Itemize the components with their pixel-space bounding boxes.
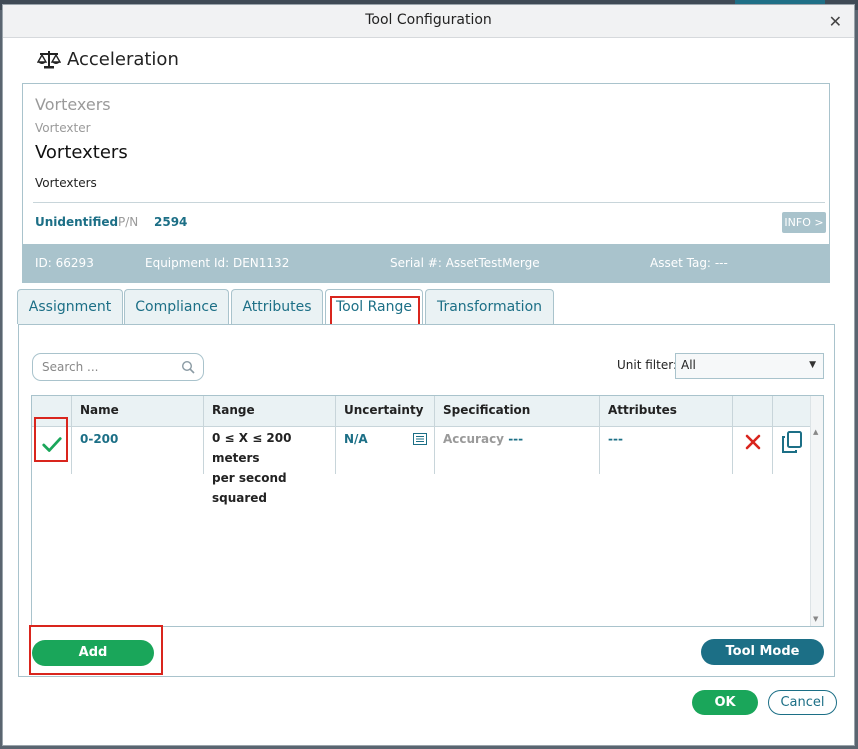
tab-assignment[interactable]: Assignment xyxy=(17,289,123,324)
row-specification-cell: Accuracy --- xyxy=(435,426,600,474)
close-icon[interactable]: ✕ xyxy=(829,12,842,31)
tab-compliance[interactable]: Compliance xyxy=(124,289,229,324)
scroll-down-icon[interactable]: ▼ xyxy=(813,615,818,623)
header-delete xyxy=(733,396,773,426)
header-name[interactable]: Name xyxy=(72,396,204,426)
row-range-line1: 0 ≤ X ≤ 200 meters xyxy=(212,431,292,465)
id-label: ID: xyxy=(35,256,52,270)
tag-value: --- xyxy=(714,256,728,270)
check-highlight xyxy=(34,417,68,462)
header-copy xyxy=(773,396,812,426)
add-highlight xyxy=(29,625,163,675)
table-header: Name Range Uncertainty Specification Att… xyxy=(32,396,812,427)
tool-mode-button[interactable]: Tool Mode xyxy=(701,639,824,665)
row-range-cell: 0 ≤ X ≤ 200 meters per second squared xyxy=(204,426,336,505)
delete-icon[interactable] xyxy=(745,434,761,450)
asset-divider xyxy=(33,202,825,203)
id-field: ID: 66293 xyxy=(35,256,94,270)
tool-range-table: Name Range Uncertainty Specification Att… xyxy=(31,395,824,627)
asset-name: Vortexters xyxy=(35,142,128,163)
tag-field: Asset Tag: --- xyxy=(650,256,728,270)
unit-filter-value: All xyxy=(681,358,696,372)
row-spec-value: --- xyxy=(508,432,524,446)
equipment-value: DEN1132 xyxy=(232,256,290,270)
serial-field: Serial #: AssetTestMerge xyxy=(390,256,540,270)
id-value: 66293 xyxy=(55,256,94,270)
scale-icon xyxy=(37,50,61,68)
list-icon[interactable] xyxy=(413,433,427,445)
copy-icon[interactable] xyxy=(780,430,804,454)
unit-filter-select[interactable]: All ▼ xyxy=(675,353,824,379)
row-delete-cell xyxy=(733,426,773,474)
info-button[interactable]: INFO > xyxy=(782,212,826,233)
asset-description: Vortexters xyxy=(35,176,97,190)
header-uncertainty[interactable]: Uncertainty xyxy=(336,396,435,426)
row-range-line2: per second squared xyxy=(212,471,287,505)
ok-button[interactable]: OK xyxy=(692,690,758,715)
scroll-up-icon[interactable]: ▲ xyxy=(813,428,818,436)
row-spec-label: Accuracy xyxy=(443,432,505,446)
tool-header: Acceleration xyxy=(37,49,179,70)
table-scrollbar[interactable]: ▲ ▼ xyxy=(810,396,823,626)
dialog-title: Tool Configuration xyxy=(365,12,492,28)
pn-value: 2594 xyxy=(154,215,188,229)
serial-value: AssetTestMerge xyxy=(445,256,540,270)
chevron-down-icon: ▼ xyxy=(809,360,816,370)
asset-footer: ID: 66293 Equipment Id: DEN1132 Serial #… xyxy=(23,244,829,282)
header-range[interactable]: Range xyxy=(204,396,336,426)
row-uncertainty-cell: N/A xyxy=(336,426,435,474)
row-copy-cell xyxy=(773,426,812,474)
pn-label: P/N xyxy=(118,215,139,229)
tool-name: Acceleration xyxy=(67,49,179,70)
table-row: 0-200 0 ≤ X ≤ 200 meters per second squa… xyxy=(32,426,812,505)
equipment-field: Equipment Id: DEN1132 xyxy=(145,256,289,270)
row-attributes: --- xyxy=(600,426,733,474)
search-input[interactable]: Search ... xyxy=(32,353,204,381)
header-attributes[interactable]: Attributes xyxy=(600,396,733,426)
row-uncertainty[interactable]: N/A xyxy=(344,432,368,446)
search-icon xyxy=(181,360,195,374)
asset-model: Vortexter xyxy=(35,121,91,135)
cancel-button[interactable]: Cancel xyxy=(768,690,837,715)
unit-filter-label: Unit filter: xyxy=(617,358,677,372)
asset-manufacturer: Vortexers xyxy=(35,95,111,114)
asset-status: Unidentified xyxy=(35,215,119,229)
tab-transformation[interactable]: Transformation xyxy=(425,289,554,324)
equipment-label: Equipment Id: xyxy=(145,256,230,270)
dialog-titlebar: Tool Configuration ✕ xyxy=(3,5,854,38)
asset-card: Vortexers Vortexter Vortexters Vortexter… xyxy=(22,83,830,283)
serial-label: Serial #: xyxy=(390,256,442,270)
tab-attributes[interactable]: Attributes xyxy=(231,289,323,324)
header-specification[interactable]: Specification xyxy=(435,396,600,426)
search-placeholder: Search ... xyxy=(42,360,99,374)
row-name[interactable]: 0-200 xyxy=(72,426,204,474)
tag-label: Asset Tag: xyxy=(650,256,711,270)
